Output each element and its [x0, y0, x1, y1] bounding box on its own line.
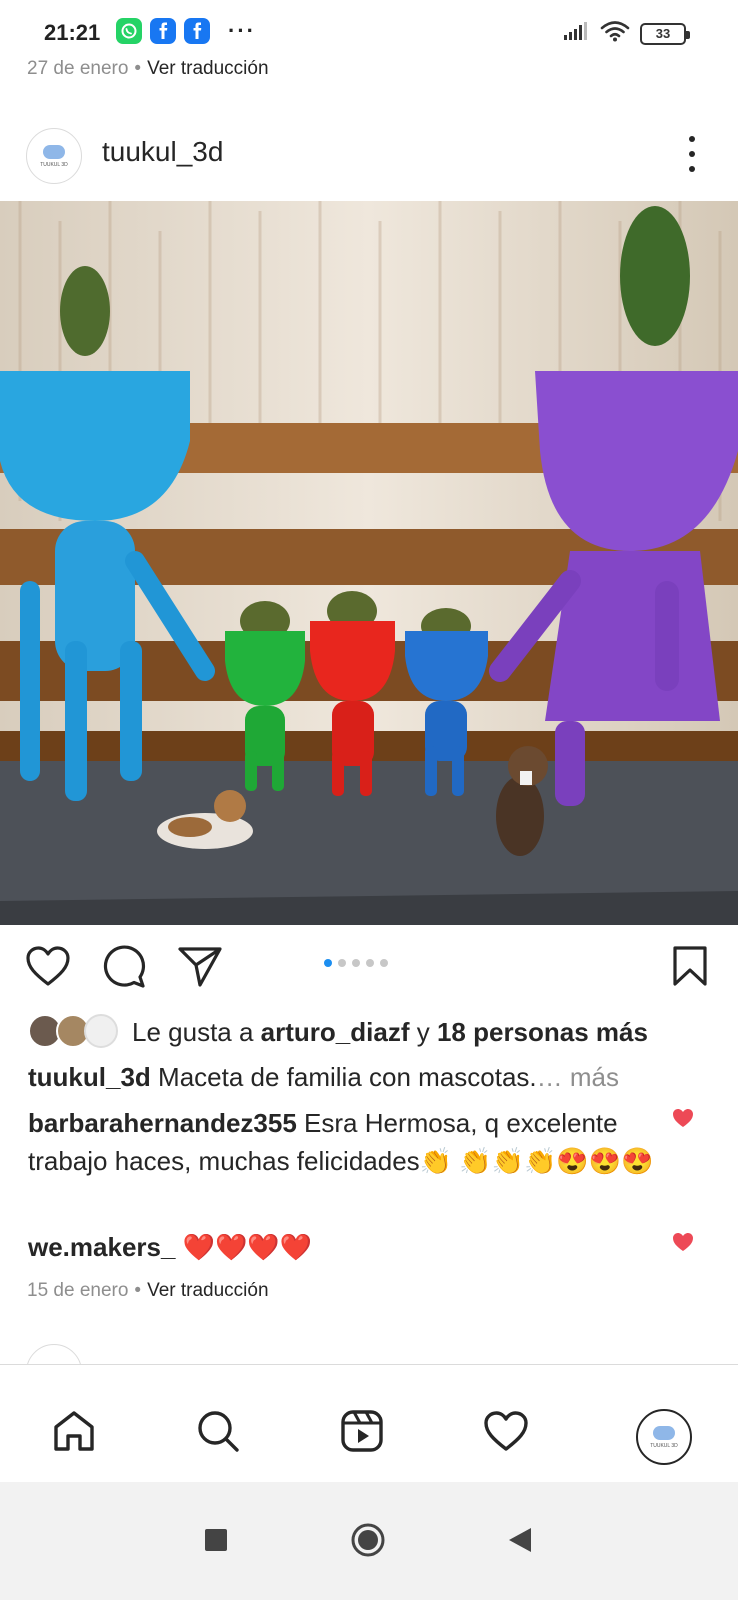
profile-avatar-image: TUUKUL 3D [640, 1413, 688, 1461]
comment-username[interactable]: barbarahernandez355 [28, 1108, 297, 1138]
profile-avatar[interactable]: TUUKUL 3D [636, 1409, 692, 1465]
carousel-dot [324, 959, 332, 967]
signal-icon [562, 21, 590, 46]
status-indicators: 33 [562, 20, 690, 47]
avatar [84, 1014, 118, 1048]
system-navigation-bar [0, 1482, 738, 1600]
liker-avatars [28, 1014, 124, 1048]
more-options-icon[interactable] [682, 136, 702, 172]
save-bookmark-icon[interactable] [664, 940, 716, 992]
back-button[interactable] [500, 1520, 540, 1560]
post-header: TUUKUL 3D tuukul_3d [0, 118, 738, 198]
recents-button[interactable] [196, 1520, 236, 1560]
brain-logo-icon [653, 1425, 675, 1440]
likes-text: Le gusta a arturo_diazf y 18 personas má… [132, 1017, 648, 1048]
separator: • [134, 1280, 142, 1301]
post-date: 15 de enero [27, 1280, 129, 1301]
more-notifications-icon: ··· [228, 18, 256, 43]
comment-like-icon[interactable] [672, 1232, 694, 1254]
post-action-bar [0, 940, 738, 996]
comment-icon[interactable] [98, 940, 150, 992]
wifi-icon [600, 20, 630, 47]
comment-username[interactable]: we.makers_ [28, 1232, 175, 1262]
activity-heart-icon[interactable] [478, 1403, 534, 1459]
notification-icons [116, 18, 210, 44]
reels-icon[interactable] [334, 1403, 390, 1459]
facebook-icon [150, 18, 176, 44]
post-meta: 15 de enero • Ver traducción [27, 1280, 269, 1302]
post-image[interactable] [0, 201, 738, 925]
post-date: 27 de enero [27, 58, 129, 79]
avatar-brand-text: TUUKUL 3D [40, 161, 68, 168]
brain-logo-icon [43, 144, 65, 159]
avatar-brand-text: TUUKUL 3D [650, 1442, 678, 1449]
post-photo [0, 201, 738, 925]
liker-username[interactable]: arturo_diazf [261, 1017, 410, 1047]
carousel-dot [366, 959, 374, 967]
home-button[interactable] [348, 1520, 388, 1560]
facebook-icon [184, 18, 210, 44]
previous-post-meta: 27 de enero • Ver traducción [27, 58, 269, 80]
status-bar: 21:21 ··· 33 [0, 0, 738, 62]
home-icon[interactable] [46, 1403, 102, 1459]
comment: barbarahernandez355 Esra Hermosa, q exce… [28, 1104, 668, 1180]
caption: tuukul_3d Maceta de familia con mascotas… [28, 1062, 619, 1093]
comment-text: ❤️❤️❤️❤️ [182, 1232, 313, 1262]
carousel-dot [380, 959, 388, 967]
avatar[interactable]: TUUKUL 3D [26, 128, 82, 184]
battery-level: 33 [655, 26, 671, 41]
search-icon[interactable] [190, 1403, 246, 1459]
battery-icon: 33 [640, 22, 690, 45]
comment-like-icon[interactable] [672, 1108, 694, 1130]
caption-text: Maceta de familia con mascotas. [158, 1062, 537, 1092]
see-translation-link[interactable]: Ver traducción [147, 1280, 268, 1301]
carousel-dot [338, 959, 346, 967]
post-username[interactable]: tuukul_3d [102, 136, 223, 168]
comment: we.makers_ ❤️❤️❤️❤️ [28, 1228, 668, 1266]
separator: • [134, 58, 142, 79]
likes-summary[interactable]: Le gusta a arturo_diazf y 18 personas má… [28, 1012, 728, 1052]
caption-more-link[interactable]: … más [537, 1062, 619, 1092]
carousel-dot [352, 959, 360, 967]
status-time: 21:21 [44, 20, 101, 45]
carousel-indicator [324, 959, 388, 967]
bottom-navigation: TUUKUL 3D [0, 1364, 738, 1482]
likes-count[interactable]: 18 personas más [437, 1017, 648, 1047]
like-icon[interactable] [22, 940, 74, 992]
share-icon[interactable] [174, 940, 226, 992]
caption-username[interactable]: tuukul_3d [28, 1062, 151, 1092]
likes-prefix: Le gusta a [132, 1017, 254, 1047]
likes-connector: y [416, 1017, 430, 1047]
see-translation-link[interactable]: Ver traducción [147, 58, 268, 79]
whatsapp-icon [116, 18, 142, 44]
